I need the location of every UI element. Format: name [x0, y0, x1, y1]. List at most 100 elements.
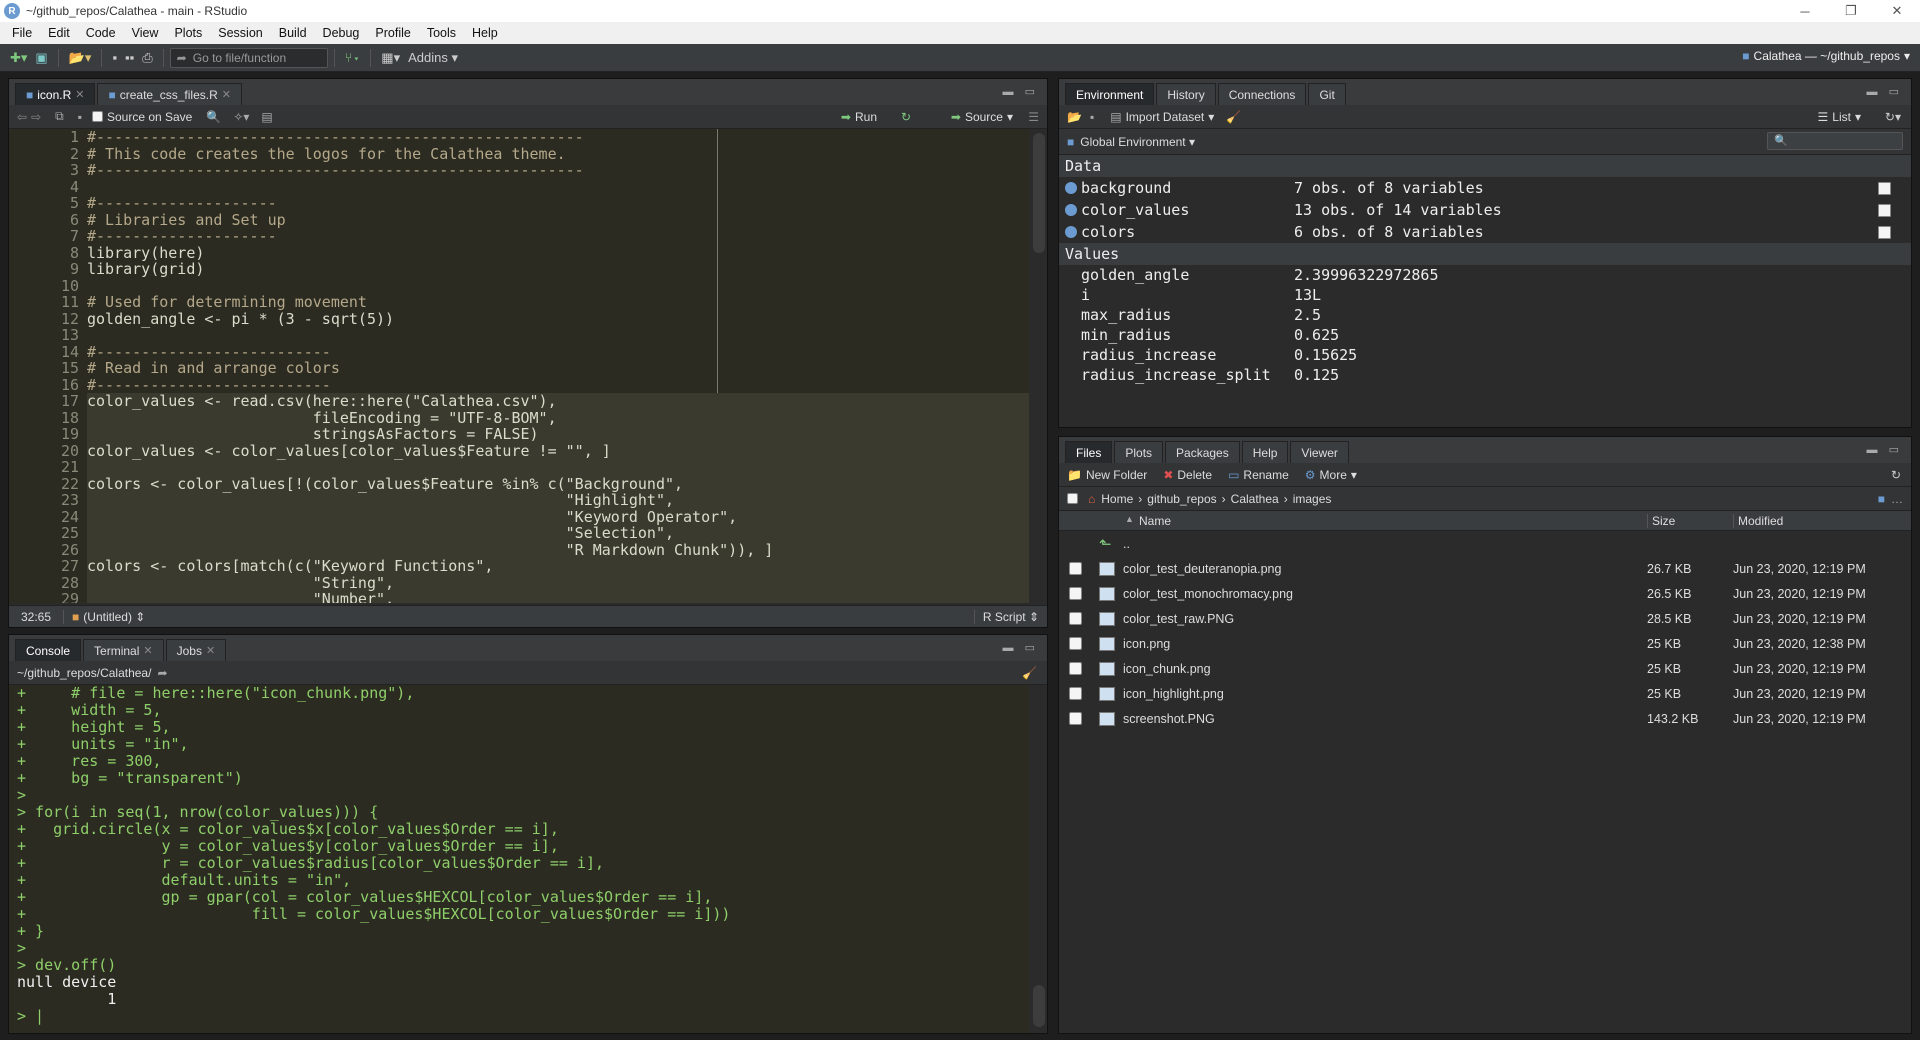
col-name[interactable]: Name — [1139, 514, 1171, 528]
forward-icon[interactable]: ⇨ — [31, 110, 41, 124]
tab-terminal[interactable]: Terminal ✕ — [83, 639, 164, 661]
magic-wand-icon[interactable]: ✧▾ — [233, 110, 249, 124]
file-row[interactable]: icon_chunk.png 25 KB Jun 23, 2020, 12:19 P… — [1059, 656, 1911, 681]
menu-debug[interactable]: Debug — [315, 26, 368, 40]
tab-viewer[interactable]: Viewer — [1290, 441, 1349, 463]
code-line[interactable]: color_values <- color_values[color_value… — [87, 442, 1029, 459]
broom-icon[interactable]: 🧹 — [1226, 110, 1241, 124]
delete-button[interactable]: ✖ Delete — [1163, 468, 1212, 482]
minimize-icon[interactable]: ─ — [1782, 0, 1828, 22]
rerun-icon[interactable]: ↻ — [901, 110, 911, 124]
parent-dir-link[interactable]: .. — [1123, 537, 1130, 551]
file-row[interactable]: color_test_deuteranopia.png 26.7 KB Jun 23… — [1059, 556, 1911, 581]
code-line[interactable] — [87, 327, 1029, 344]
file-checkbox[interactable] — [1069, 687, 1082, 700]
view-data-icon[interactable] — [1878, 204, 1891, 217]
new-file-icon[interactable]: ✚▾ — [6, 50, 31, 66]
menu-file[interactable]: File — [4, 26, 40, 40]
code-line[interactable]: colors <- colors[match(c("Keyword Functi… — [87, 558, 1029, 575]
console-output[interactable]: + # file = here::here("icon_chunk.png"),… — [9, 685, 1029, 1033]
menu-build[interactable]: Build — [271, 26, 315, 40]
col-size[interactable]: Size — [1647, 514, 1675, 528]
menu-code[interactable]: Code — [78, 26, 124, 40]
code-line[interactable] — [87, 459, 1029, 476]
editor-scrollbar[interactable] — [1033, 133, 1045, 253]
expand-icon[interactable] — [1065, 226, 1077, 238]
workspace-panes-icon[interactable]: ▦▾ — [377, 50, 404, 66]
tab-icon-r[interactable]: ■ icon.R ✕ — [15, 83, 96, 105]
search-icon[interactable]: 🔍 — [206, 110, 221, 124]
tab-help[interactable]: Help — [1241, 441, 1289, 463]
code-line[interactable] — [87, 179, 1029, 196]
file-checkbox[interactable] — [1069, 587, 1082, 600]
scope-label[interactable]: (Untitled) ⇕ — [83, 610, 145, 624]
select-all-checkbox[interactable] — [1067, 493, 1078, 504]
import-dataset-button[interactable]: ▤ Import Dataset ▾ — [1110, 110, 1214, 124]
goto-file-input[interactable]: ➦ Go to file/function — [169, 47, 328, 68]
tab-connections[interactable]: Connections — [1217, 83, 1307, 105]
save-icon[interactable]: ▪ — [108, 50, 121, 65]
file-name[interactable]: icon_highlight.png — [1123, 687, 1224, 701]
close-icon[interactable]: ✕ — [206, 644, 215, 657]
global-environment-dropdown[interactable]: Global Environment ▾ — [1080, 135, 1195, 149]
show-in-window-icon[interactable]: ⧉ — [55, 109, 64, 124]
menu-edit[interactable]: Edit — [40, 26, 78, 40]
file-name[interactable]: screenshot.PNG — [1123, 712, 1215, 726]
refresh-icon[interactable]: ↻▾ — [1885, 110, 1901, 124]
code-line[interactable]: "Selection", — [87, 525, 1029, 542]
code-line[interactable]: #-------------------- — [87, 228, 1029, 245]
file-checkbox[interactable] — [1069, 662, 1082, 675]
code-line[interactable]: # Used for determining movement — [87, 294, 1029, 311]
pane-min-max-icon[interactable]: ▬ ▭ — [1867, 85, 1903, 98]
col-modified[interactable]: Modified — [1733, 514, 1783, 528]
file-checkbox[interactable] — [1069, 637, 1082, 650]
more-button[interactable]: ⚙ More ▾ — [1305, 468, 1357, 482]
pane-min-max-icon[interactable]: ▬ ▭ — [1003, 85, 1039, 98]
tab-history[interactable]: History — [1156, 83, 1216, 105]
env-data-row[interactable]: colors 6 obs. of 8 variables — [1059, 221, 1911, 243]
breadcrumb-github-repos[interactable]: github_repos — [1147, 492, 1216, 506]
file-row[interactable]: icon_highlight.png 25 KB Jun 23, 2020, 12:… — [1059, 681, 1911, 706]
file-row[interactable]: color_test_monochromacy.png 26.5 KB Jun 23… — [1059, 581, 1911, 606]
file-name[interactable]: color_test_raw.PNG — [1123, 612, 1234, 626]
tab-console[interactable]: Console — [15, 639, 82, 661]
clear-console-icon[interactable]: 🧹 — [1022, 666, 1037, 680]
save-icon[interactable]: ▪ — [78, 110, 82, 124]
breadcrumb-images[interactable]: images — [1293, 492, 1332, 506]
code-line[interactable]: # This code creates the logos for the Ca… — [87, 145, 1029, 163]
file-checkbox[interactable] — [1069, 712, 1082, 725]
tab-environment[interactable]: Environment — [1065, 83, 1155, 105]
tab-files[interactable]: Files — [1065, 441, 1113, 463]
list-view-button[interactable]: ☰ List ▾ — [1818, 110, 1861, 124]
close-icon[interactable]: ✕ — [1874, 0, 1920, 22]
env-value-row[interactable]: golden_angle 2.39996322972865 — [1059, 265, 1911, 285]
compile-report-icon[interactable]: ▤ — [261, 110, 272, 124]
code-line[interactable]: "String", — [87, 574, 1029, 591]
code-line[interactable]: #-------------------------- — [87, 376, 1029, 394]
env-value-row[interactable]: radius_increase_split 0.125 — [1059, 365, 1911, 385]
go-to-directory-icon[interactable]: ➦ — [157, 666, 167, 680]
save-all-icon[interactable]: ▪▪ — [121, 50, 138, 65]
code-line[interactable]: color_values <- read.csv(here::here("Cal… — [87, 393, 1029, 410]
file-row[interactable]: color_test_raw.PNG 28.5 KB Jun 23, 2020, 1… — [1059, 606, 1911, 631]
pane-min-max-icon[interactable]: ▬ ▭ — [1003, 641, 1039, 654]
run-button[interactable]: ➡ Run — [841, 110, 877, 124]
code-line[interactable] — [87, 278, 1029, 295]
project-dir-icon[interactable]: ■ — [1878, 492, 1885, 506]
menu-profile[interactable]: Profile — [367, 26, 418, 40]
tab-git[interactable]: Git — [1308, 83, 1346, 105]
new-project-icon[interactable]: ▣ — [31, 50, 51, 66]
new-folder-button[interactable]: 📁 New Folder — [1067, 468, 1147, 482]
code-line[interactable]: # Read in and arrange colors — [87, 360, 1029, 377]
code-line[interactable]: # Libraries and Set up — [87, 211, 1029, 229]
version-control-icon[interactable]: ⑂▾ — [341, 50, 365, 65]
load-workspace-icon[interactable]: 📂 — [1067, 110, 1082, 124]
code-line[interactable]: #-------------------- — [87, 195, 1029, 212]
save-workspace-icon[interactable]: ▪ — [1090, 110, 1094, 124]
file-name[interactable]: color_test_monochromacy.png — [1123, 587, 1293, 601]
menu-session[interactable]: Session — [210, 26, 270, 40]
menu-tools[interactable]: Tools — [419, 26, 464, 40]
tab-create-css-files[interactable]: ■ create_css_files.R ✕ — [97, 83, 242, 105]
close-icon[interactable]: ✕ — [75, 88, 84, 101]
env-data-row[interactable]: color_values 13 obs. of 14 variables — [1059, 199, 1911, 221]
